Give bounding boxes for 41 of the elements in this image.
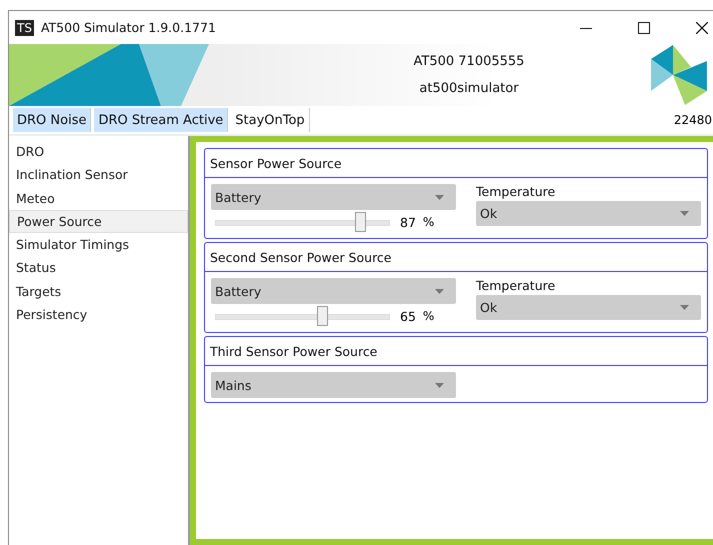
logo-icon — [651, 45, 707, 105]
temperature-dropdown[interactable]: Ok — [476, 201, 701, 226]
panel-title: Third Sensor Power Source — [210, 344, 378, 358]
sidebar-item[interactable]: Simulator Timings — [9, 233, 188, 256]
toggle-button[interactable]: DRO Stream Active — [94, 108, 228, 132]
unit-label: % — [422, 215, 434, 229]
unit-label: % — [422, 309, 434, 323]
host-name: at500simulator — [419, 81, 519, 96]
dropdown-arrow-icon — [680, 305, 689, 310]
temperature-dropdown[interactable]: Ok — [476, 295, 701, 320]
sidebar-item[interactable]: Meteo — [9, 186, 188, 210]
panel-title: Sensor Power Source — [210, 156, 342, 170]
toggle-button[interactable]: DRO Noise — [13, 108, 92, 132]
source-dropdown[interactable]: Mains — [211, 372, 456, 398]
level-reading: 65 — [400, 308, 416, 324]
level-slider[interactable] — [215, 306, 390, 326]
counter-value: 22480 — [674, 113, 712, 127]
source-dropdown[interactable]: Battery — [211, 278, 456, 304]
sidebar-item[interactable]: DRO — [9, 140, 188, 164]
sidebar-item[interactable]: Inclination Sensor — [9, 163, 188, 187]
panel-title: Second Sensor Power Source — [210, 250, 392, 264]
temperature-label: Temperature — [476, 278, 556, 295]
close-icon[interactable] — [696, 22, 708, 34]
temperature-label: Temperature — [476, 184, 556, 201]
device-name: AT500 71005555 — [414, 54, 524, 69]
app-icon: TS — [15, 20, 34, 36]
dropdown-arrow-icon — [435, 288, 444, 294]
maximize-icon[interactable] — [638, 22, 650, 34]
sidebar-item[interactable]: Power Source — [9, 210, 188, 234]
dropdown-arrow-icon — [680, 211, 689, 216]
window-title: AT500 Simulator 1.9.0.1771 — [40, 20, 216, 35]
level-slider[interactable] — [215, 212, 390, 232]
dropdown-arrow-icon — [435, 382, 444, 388]
slider-thumb[interactable] — [316, 306, 328, 326]
sidebar-item[interactable]: Status — [9, 256, 188, 280]
dropdown-arrow-icon — [435, 194, 444, 200]
slider-thumb[interactable] — [355, 212, 366, 232]
source-dropdown[interactable]: Battery — [211, 184, 456, 210]
sidebar-item[interactable]: Targets — [9, 280, 188, 304]
level-reading: 87 — [400, 214, 416, 230]
sidebar-item[interactable]: Persistency — [9, 303, 188, 326]
